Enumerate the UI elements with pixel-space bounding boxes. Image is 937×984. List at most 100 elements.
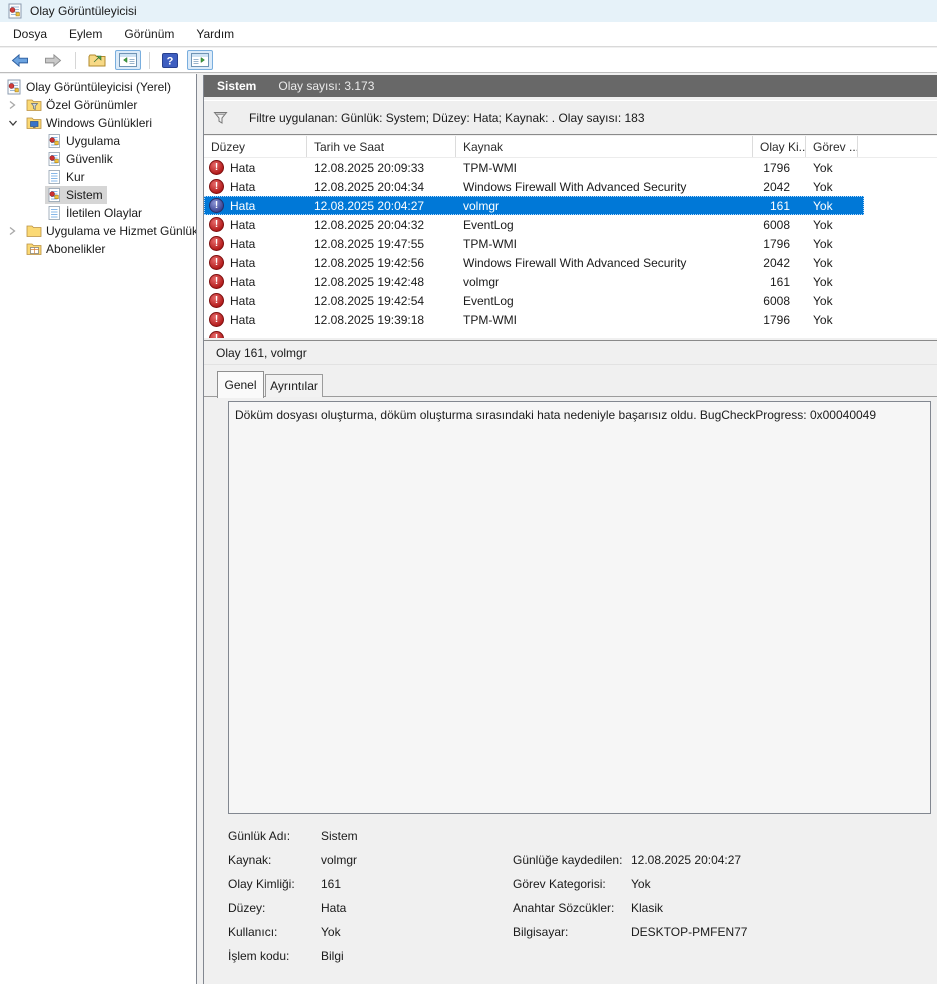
column-header-olay-ki[interactable]: Olay Ki... xyxy=(753,136,806,157)
table-row[interactable]: ! Hata 12.08.2025 20:04:32 EventLog 6008 Yok xyxy=(204,215,864,234)
cell-level: ! Hata xyxy=(204,217,307,232)
cell-date: 12.08.2025 19:42:48 xyxy=(314,274,425,289)
column-header-tarih-ve-saat[interactable]: Tarih ve Saat xyxy=(307,136,456,157)
menu-eylem[interactable]: Eylem xyxy=(58,23,113,45)
cell-level: ! Hata xyxy=(204,312,307,327)
cell-source: TPM-WMI xyxy=(463,160,517,175)
cell-event-id: 1796 xyxy=(763,312,790,327)
tree-item-label: Abonelikler xyxy=(46,242,106,256)
table-row[interactable]: ! Hata 12.08.2025 20:04:34 Windows Firewall… xyxy=(204,177,864,196)
tab-genel[interactable]: Genel xyxy=(217,371,264,398)
field-value: 12.08.2025 20:04:27 xyxy=(631,853,742,867)
column-header-duzey[interactable]: Düzey xyxy=(204,136,307,157)
error-level-icon: ! xyxy=(209,255,224,270)
tree-item-label: Sistem xyxy=(66,188,103,202)
export-button[interactable] xyxy=(84,49,110,71)
level-text: Hata xyxy=(230,217,256,232)
event-list-rows: ! Hata 12.08.2025 20:09:33 TPM-WMI 1796 Yok! H… xyxy=(204,158,937,338)
tree-item-label: Özel Görünümler xyxy=(46,98,138,112)
field-label: Günlük Adı: xyxy=(228,829,291,843)
tree-item-olay-goruntuleyicisi-yerel[interactable]: Olay Görüntüleyicisi (Yerel) xyxy=(0,78,196,96)
menu-gorunum[interactable]: Görünüm xyxy=(113,23,185,45)
column-header-gorev[interactable]: Görev ... xyxy=(806,136,858,157)
export-folder-icon xyxy=(88,52,106,68)
table-row[interactable]: ! Hata 12.08.2025 20:04:27 volmgr 161 Yok xyxy=(204,196,864,215)
filter-funnel-icon xyxy=(213,111,228,125)
tree-item-guvenlik[interactable]: Güvenlik xyxy=(0,150,196,168)
cell-level: ! xyxy=(204,331,307,338)
subscriptions-folder-icon xyxy=(26,241,42,257)
cell-level: ! Hata xyxy=(204,198,307,213)
table-row-partial[interactable]: ! xyxy=(204,329,864,338)
menu-yardim[interactable]: Yardım xyxy=(185,23,245,45)
cell-event-id: 6008 xyxy=(763,293,790,308)
cell-task: Yok xyxy=(813,255,833,270)
table-row[interactable]: ! Hata 12.08.2025 20:09:33 TPM-WMI 1796 Yok xyxy=(204,158,864,177)
tab-ayrintilar[interactable]: Ayrıntılar xyxy=(265,374,323,397)
tree-item-label: Windows Günlükleri xyxy=(46,116,153,130)
level-text: Hata xyxy=(230,312,256,327)
tree-item-windows-gunlukleri[interactable]: Windows Günlükleri xyxy=(0,114,196,132)
chevron-down-icon[interactable] xyxy=(7,117,25,129)
event-list: Düzey Tarih ve Saat Kaynak Olay Ki... Görev … xyxy=(204,136,937,338)
level-text: Hata xyxy=(230,198,256,213)
chevron-right-icon[interactable] xyxy=(7,225,25,237)
event-description-box[interactable]: Döküm dosyası oluşturma, döküm oluşturma… xyxy=(228,401,931,814)
cell-date: 12.08.2025 20:04:32 xyxy=(314,217,425,232)
cell-event-id: 6008 xyxy=(763,217,790,232)
preview-pane: Olay 161, volmgr Genel Ayrıntılar Döküm d… xyxy=(204,340,937,984)
error-level-icon: ! xyxy=(209,293,224,308)
tree-item-kur[interactable]: Kur xyxy=(0,168,196,186)
table-row[interactable]: ! Hata 12.08.2025 19:42:48 volmgr 161 Yok xyxy=(204,272,864,291)
cell-event-id: 1796 xyxy=(763,160,790,175)
forward-button[interactable] xyxy=(39,50,67,71)
event-description: Döküm dosyası oluşturma, döküm oluşturma… xyxy=(235,408,877,422)
cell-task: Yok xyxy=(813,312,833,327)
table-row[interactable]: ! Hata 12.08.2025 19:47:55 TPM-WMI 1796 Yok xyxy=(204,234,864,253)
toolbar-separator xyxy=(75,51,76,69)
detail-tabs: Genel Ayrıntılar xyxy=(204,365,937,401)
table-row[interactable]: ! Hata 12.08.2025 19:39:18 TPM-WMI 1796 Yok xyxy=(204,310,864,329)
cell-event-id: 2042 xyxy=(763,255,790,270)
help-button[interactable]: ? xyxy=(158,50,182,71)
window-title: Olay Görüntüleyicisi xyxy=(30,4,137,18)
level-text: Hata xyxy=(230,160,256,175)
tree-item-highlight: Kur xyxy=(45,168,89,186)
tree-item-uygulama[interactable]: Uygulama xyxy=(0,132,196,150)
cell-task: Yok xyxy=(813,236,833,251)
chevron-right-icon[interactable] xyxy=(7,99,25,111)
show-console-tree-button[interactable] xyxy=(115,50,141,70)
field-label: Bilgisayar: xyxy=(513,925,569,939)
cell-level: ! Hata xyxy=(204,236,307,251)
event-viewer-window: Olay Görüntüleyicisi Dosya Eylem Görünüm Ya… xyxy=(0,0,937,984)
cell-source: Windows Firewall With Advanced Security xyxy=(463,179,687,194)
table-row[interactable]: ! Hata 12.08.2025 19:42:56 Windows Firewall… xyxy=(204,253,864,272)
tree-item-highlight: Uygulama xyxy=(45,132,124,150)
cell-date: 12.08.2025 19:47:55 xyxy=(314,236,425,251)
tree-item-i-letilen-olaylar[interactable]: İletilen Olaylar xyxy=(0,204,196,222)
folder-icon xyxy=(26,223,42,239)
svg-text:?: ? xyxy=(167,55,174,67)
tree-item-abonelikler[interactable]: Abonelikler xyxy=(0,240,196,258)
menu-dosya[interactable]: Dosya xyxy=(2,23,58,45)
field-label: Düzey: xyxy=(228,901,266,915)
level-text: Hata xyxy=(230,293,256,308)
tree-item-highlight: Sistem xyxy=(45,186,107,204)
field-value: Bilgi xyxy=(321,949,344,963)
back-button[interactable] xyxy=(6,50,34,71)
cell-task: Yok xyxy=(813,217,833,232)
field-label: İşlem kodu: xyxy=(228,949,290,963)
cell-date: 12.08.2025 20:04:27 xyxy=(314,198,425,213)
tree-item-uygulama-ve-hizmet-gunluk[interactable]: Uygulama ve Hizmet Günlük xyxy=(0,222,196,240)
level-text: Hata xyxy=(230,255,256,270)
field-value: Yok xyxy=(321,925,341,939)
show-action-pane-button[interactable] xyxy=(187,50,213,70)
tree-item-sistem[interactable]: Sistem xyxy=(0,186,196,204)
column-header-kaynak[interactable]: Kaynak xyxy=(456,136,753,157)
titlebar: Olay Görüntüleyicisi xyxy=(0,0,937,22)
filter-text: Filtre uygulanan: Günlük: System; Düzey:… xyxy=(249,110,645,125)
table-row[interactable]: ! Hata 12.08.2025 19:42:54 EventLog 6008 Yok xyxy=(204,291,864,310)
tree-item-label: Uygulama ve Hizmet Günlük xyxy=(46,224,197,238)
event-detail-title: Olay 161, volmgr xyxy=(204,341,937,365)
tree-item-ozel-gorunumler[interactable]: Özel Görünümler xyxy=(0,96,196,114)
